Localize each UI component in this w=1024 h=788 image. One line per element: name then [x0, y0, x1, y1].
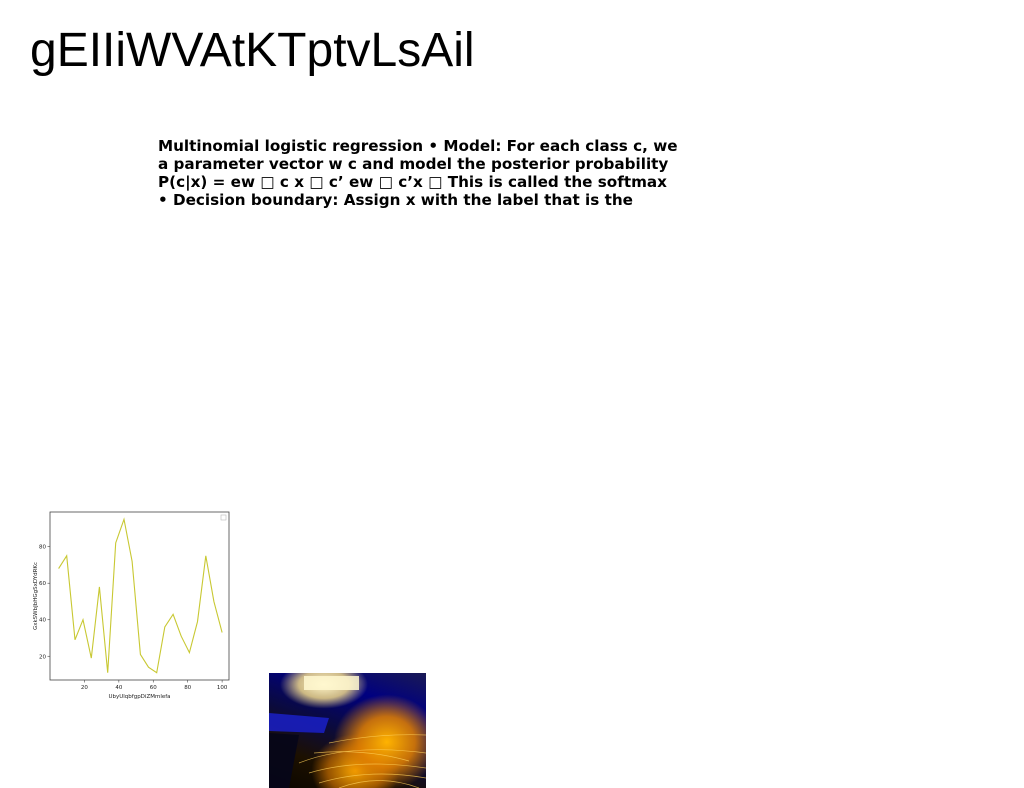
x-tick-label: 60	[150, 685, 157, 691]
x-tick-label: 100	[217, 685, 228, 691]
x-axis-label: UbyUlqbfgpDiZMmlefa	[108, 694, 170, 700]
page-title: gEIIiWVAtKTptvLsAil	[30, 24, 475, 77]
body-text-line: P(c|x) = ew □ c x □ c’ ew □ c’x □ This i…	[158, 173, 667, 191]
y-tick-label: 40	[39, 618, 46, 624]
light-trails-overlay	[269, 676, 426, 788]
light-streaks	[298, 734, 426, 788]
x-tick-label: 40	[115, 685, 122, 691]
y-tick-label: 80	[39, 545, 46, 551]
plot-frame	[49, 511, 230, 681]
x-tick-label: 20	[81, 685, 88, 691]
photo-light-trails	[269, 673, 426, 788]
body-text: Multinomial logistic regression • Model:…	[158, 137, 718, 209]
y-axis-label: GxkSWbJbHGgSxDYdRKc	[33, 562, 39, 630]
body-text-line: • Decision boundary: Assign x with the l…	[158, 191, 633, 209]
body-text-line: Multinomial logistic regression • Model:…	[158, 137, 678, 155]
body-text-line: a parameter vector w c and model the pos…	[158, 155, 669, 173]
blue-panel-shape	[269, 713, 329, 733]
line-chart-svg: 20 40 60 80 10020406080 UbyUlqbfgpDiZMmlefa …	[33, 511, 230, 700]
y-tick-label: 20	[39, 654, 46, 660]
x-tick-label: 80	[184, 685, 191, 691]
series-line	[58, 517, 223, 674]
y-tick-label: 60	[39, 581, 46, 587]
series-group	[58, 517, 223, 674]
legend-box	[220, 514, 227, 521]
line-chart: 20 40 60 80 100 20 40 60 80 UbyUlqbfgpDiZMmlefa …	[28, 506, 238, 702]
bright-highlight	[304, 676, 359, 690]
dark-panel-shape	[269, 733, 299, 788]
